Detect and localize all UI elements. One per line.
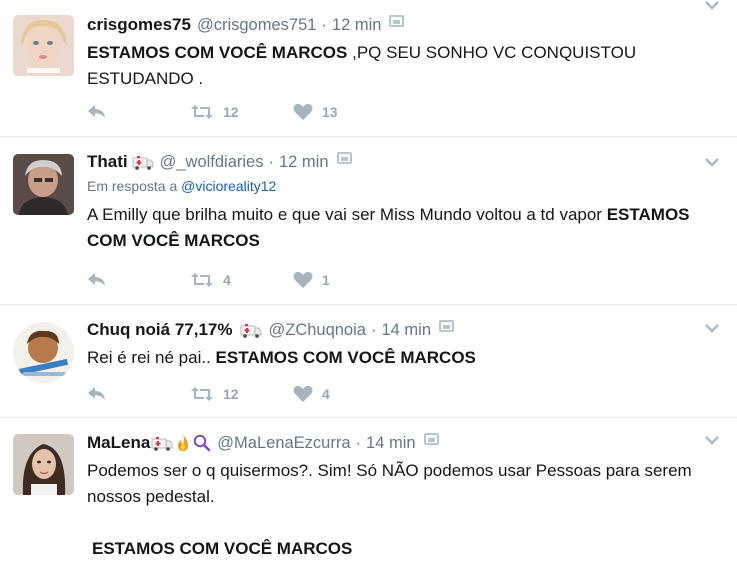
like-count: 4 — [322, 386, 330, 402]
avatar[interactable] — [13, 434, 74, 495]
heart-icon — [293, 385, 313, 402]
reply-button[interactable] — [87, 104, 190, 120]
reply-icon — [88, 273, 105, 286]
reply-mention-link[interactable]: @vicioreality12 — [181, 178, 276, 194]
like-count: 13 — [322, 104, 338, 120]
display-name[interactable]: crisgomes75 — [87, 15, 191, 35]
reply-prefix: Em resposta a — [87, 178, 178, 194]
photo-icon — [336, 152, 352, 164]
user-handle[interactable]: @crisgomes751 — [197, 16, 316, 35]
tweet-actions: 12 4 — [87, 385, 396, 403]
photo-icon — [439, 320, 454, 332]
photo-icon — [389, 15, 405, 27]
avatar[interactable] — [13, 154, 74, 215]
chevron-down-icon[interactable] — [705, 323, 719, 333]
timeline: crisgomes75 @crisgomes751 · 12 min ESTAM… — [0, 0, 737, 561]
timestamp[interactable]: 14 min — [366, 434, 416, 453]
display-name[interactable]: Chuq noiá 77,17% — [87, 320, 232, 340]
retweet-count: 12 — [223, 386, 239, 402]
user-handle[interactable]: @ZChuqnoia — [268, 321, 365, 340]
retweet-button[interactable]: 12 — [190, 104, 293, 120]
tweet-text-bold: ESTAMOS COM VOCÊ MARCOS — [215, 348, 476, 367]
user-handle[interactable]: @MaLenaEzcurra — [217, 434, 350, 453]
tweet-text-bold: ESTAMOS COM VOCÊ MARCOS — [87, 43, 348, 62]
like-button[interactable]: 1 — [293, 271, 396, 289]
like-button[interactable]: 4 — [293, 385, 396, 403]
tweet[interactable]: MaLena @MaLenaEzcurra · 14 min Podemos s… — [0, 418, 737, 561]
tweet-actions: 4 1 — [87, 271, 396, 289]
tweet-text: Podemos ser o q quisermos?. Sim! Só NÃO … — [87, 461, 692, 506]
retweet-button[interactable]: 4 — [190, 272, 293, 288]
tweet-text: Rei é rei né pai.. ESTAMOS COM VOCÊ MARC… — [87, 345, 707, 371]
reply-icon — [88, 387, 105, 400]
separator-dot: · — [355, 433, 362, 452]
avatar[interactable] — [13, 15, 74, 76]
tweet-text: ESTAMOS COM VOCÊ MARCOS ,PQ SEU SONHO VC… — [87, 40, 707, 92]
reply-icon — [88, 105, 105, 118]
ambulance-emoji-icon — [132, 155, 154, 170]
user-handle[interactable]: @_wolfdiaries — [160, 153, 264, 172]
tweet-text: A Emilly que brilha muito e que vai ser … — [87, 202, 707, 254]
tweet-text-body: A Emilly que brilha muito e que vai ser … — [87, 205, 607, 224]
photo-icon — [423, 433, 439, 445]
reply-button[interactable] — [87, 272, 190, 288]
tweet[interactable]: Chuq noiá 77,17% @ZChuqnoia · 14 min Rei… — [0, 305, 737, 418]
display-name[interactable]: Thati — [87, 152, 128, 172]
ambulance-emoji-icon — [240, 323, 262, 338]
tweet-text-bold: ESTAMOS COM VOCÊ MARCOS — [92, 536, 707, 561]
retweet-button[interactable]: 12 — [190, 386, 293, 402]
chevron-down-icon[interactable] — [705, 435, 719, 445]
separator-dot: · — [321, 15, 327, 34]
tweet[interactable]: crisgomes75 @crisgomes751 · 12 min ESTAM… — [0, 0, 737, 137]
fire-emoji-icon — [175, 434, 191, 452]
heart-icon — [293, 271, 313, 288]
timestamp[interactable]: 12 min — [332, 16, 382, 35]
reply-context: Em resposta a @vicioreality12 — [87, 178, 707, 194]
tweet-actions: 12 13 — [87, 103, 396, 121]
retweet-count: 12 — [223, 104, 239, 120]
ambulance-emoji-icon — [151, 436, 173, 451]
heart-icon — [293, 103, 313, 120]
reply-button[interactable] — [87, 386, 190, 402]
like-button[interactable]: 13 — [293, 103, 396, 121]
timestamp[interactable]: 14 min — [381, 321, 431, 340]
like-count: 1 — [322, 272, 330, 288]
timestamp[interactable]: 12 min — [279, 153, 329, 172]
retweet-icon — [191, 273, 213, 287]
separator-dot: · — [370, 320, 377, 339]
avatar[interactable] — [13, 322, 74, 383]
magnifying-glass-emoji-icon — [193, 434, 211, 452]
retweet-icon — [191, 387, 213, 401]
display-name[interactable]: MaLena — [87, 433, 150, 453]
tweet-text-bold-line: ESTAMOS COM VOCÊ MARCOS — [92, 539, 353, 558]
tweet[interactable]: Thati @_wolfdiaries · 12 min Em resposta… — [0, 137, 737, 305]
separator-dot: · — [268, 152, 274, 171]
tweet-text-body: Rei é rei né pai.. — [87, 348, 216, 367]
retweet-count: 4 — [223, 272, 231, 288]
retweet-icon — [191, 105, 213, 119]
chevron-down-icon[interactable] — [705, 0, 719, 10]
chevron-down-icon[interactable] — [705, 157, 719, 167]
